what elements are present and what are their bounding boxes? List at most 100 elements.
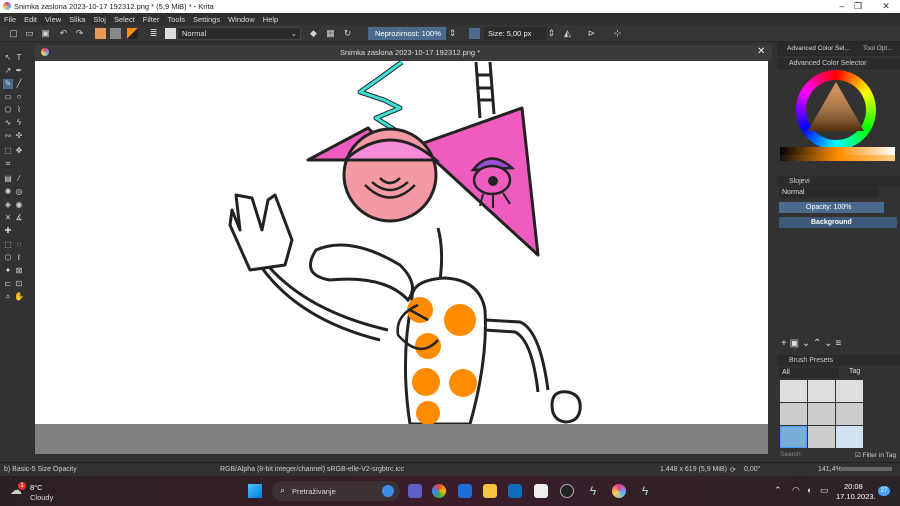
- ellipse-select-icon[interactable]: ◌: [14, 240, 24, 250]
- fg-bg-color-icon[interactable]: [127, 28, 138, 39]
- measure-tool-icon[interactable]: ∡: [14, 213, 24, 223]
- gradient-swatch[interactable]: [95, 28, 106, 39]
- restore-button[interactable]: ❐: [848, 1, 868, 12]
- magnetic-select-icon[interactable]: ⊡: [14, 279, 24, 289]
- notepad-icon[interactable]: [534, 484, 548, 498]
- size-slider-handle[interactable]: [469, 28, 480, 39]
- app-icon-2[interactable]: ϟ: [638, 484, 652, 498]
- smart-patch-icon[interactable]: ◎: [14, 187, 24, 197]
- chrome-icon[interactable]: [432, 484, 446, 498]
- bezier-tool-icon[interactable]: ∿: [3, 118, 13, 128]
- teams-icon[interactable]: [408, 484, 422, 498]
- mirror-horizontal-icon[interactable]: ◭: [562, 28, 573, 39]
- rectangle-tool-icon[interactable]: ▭: [3, 92, 13, 102]
- menu-settings[interactable]: Settings: [193, 15, 220, 24]
- clock-date[interactable]: 17.10.2023.: [836, 492, 876, 501]
- similar-select-icon[interactable]: ⊠: [14, 266, 24, 276]
- tab-tool-options[interactable]: Tool Opt...: [863, 45, 893, 52]
- edit-shapes-icon[interactable]: ↗: [3, 66, 13, 76]
- line-tool-icon[interactable]: ╱: [14, 79, 24, 89]
- colorize-mask-icon[interactable]: ✺: [3, 187, 13, 197]
- layer-opacity-slider[interactable]: Opacity: 100%: [779, 202, 884, 213]
- open-icon[interactable]: ▭: [24, 28, 35, 39]
- transform-tool-icon[interactable]: ⬚: [3, 146, 13, 156]
- dynamic-brush-icon[interactable]: ∾: [3, 131, 13, 141]
- opacity-slider[interactable]: Neprozirnost: 100%: [368, 27, 446, 40]
- polygon-tool-icon[interactable]: ⬠: [3, 105, 13, 115]
- color-picker-icon[interactable]: ⁄: [14, 174, 24, 184]
- enclose-fill-icon[interactable]: ◉: [14, 200, 24, 210]
- size-slider[interactable]: Size: 5,00 px: [484, 27, 546, 40]
- wifi-icon[interactable]: ◠: [792, 485, 800, 496]
- brush-grid[interactable]: [780, 380, 864, 448]
- mirror-vertical-icon[interactable]: ⊳: [586, 28, 597, 39]
- menu-view[interactable]: View: [45, 15, 61, 24]
- move-tool-icon[interactable]: ✥: [14, 146, 24, 156]
- fill-tool-icon[interactable]: ◈: [3, 200, 13, 210]
- multibrush-icon[interactable]: ✣: [14, 131, 24, 141]
- freehand-brush-icon[interactable]: ✎: [3, 79, 13, 89]
- volume-icon[interactable]: ◖: [806, 485, 811, 495]
- app-icon-1[interactable]: ϟ: [586, 484, 600, 498]
- canvas[interactable]: [35, 59, 768, 426]
- freehand-select-icon[interactable]: ℓ: [14, 253, 24, 263]
- save-icon[interactable]: ▣: [40, 28, 51, 39]
- reference-tool-icon[interactable]: ✚: [3, 226, 13, 236]
- menu-layer[interactable]: Sloj: [93, 15, 106, 24]
- search-box[interactable]: ⌕ Pretraživanje: [272, 481, 400, 501]
- eraser-icon[interactable]: ◆: [308, 28, 319, 39]
- document-tab[interactable]: Snimka zaslona 2023-10-17 192312.png * ✕: [35, 45, 772, 61]
- select-shapes-icon[interactable]: ↖: [3, 53, 13, 63]
- start-button[interactable]: [248, 484, 262, 498]
- rotation-icon[interactable]: ⟳: [730, 466, 736, 474]
- undo-icon[interactable]: ↶: [58, 28, 69, 39]
- tab-advanced-color[interactable]: Advanced Color Sel...: [787, 45, 850, 52]
- mail-icon[interactable]: [508, 484, 522, 498]
- new-document-icon[interactable]: ▢: [8, 28, 19, 39]
- pattern-swatch[interactable]: [110, 28, 121, 39]
- opacity-stepper-icon[interactable]: ⇕: [447, 28, 458, 39]
- battery-icon[interactable]: ▭: [820, 485, 829, 496]
- size-stepper-icon[interactable]: ⇕: [546, 28, 557, 39]
- menu-filter[interactable]: Filter: [143, 15, 160, 24]
- menu-edit[interactable]: Edit: [24, 15, 37, 24]
- rect-select-icon[interactable]: ⬚: [3, 240, 13, 250]
- krita-taskbar-icon[interactable]: [612, 484, 626, 498]
- status-zoom[interactable]: 141,4%: [818, 466, 842, 473]
- menu-tools[interactable]: Tools: [167, 15, 185, 24]
- close-document-icon[interactable]: ✕: [757, 46, 765, 57]
- clock-time[interactable]: 20:08: [844, 482, 863, 491]
- brush-settings-icon[interactable]: ≣: [148, 28, 159, 39]
- zoom-slider[interactable]: [842, 467, 892, 471]
- color-triangle[interactable]: [805, 79, 867, 135]
- status-rotation[interactable]: 0,00°: [744, 466, 760, 473]
- redo-icon[interactable]: ↷: [74, 28, 85, 39]
- file-explorer-icon[interactable]: [483, 484, 497, 498]
- bezier-select-icon[interactable]: ⊏: [3, 279, 13, 289]
- steam-icon[interactable]: [560, 484, 574, 498]
- tray-chevron-icon[interactable]: ⌃: [774, 485, 782, 496]
- crop-tool-icon[interactable]: ⌗: [3, 159, 13, 169]
- brush-search-input[interactable]: Search: [780, 451, 801, 458]
- contiguous-select-icon[interactable]: ✦: [3, 266, 13, 276]
- layer-blend-select[interactable]: Normal: [779, 188, 879, 198]
- menu-file[interactable]: File: [4, 15, 16, 24]
- menu-window[interactable]: Window: [228, 15, 255, 24]
- assistant-tool-icon[interactable]: ⨯: [3, 213, 13, 223]
- polyline-tool-icon[interactable]: ⌇: [14, 105, 24, 115]
- calligraphy-icon[interactable]: ✒: [14, 66, 24, 76]
- menu-image[interactable]: Slika: [69, 15, 85, 24]
- brush-tag-select[interactable]: Tag: [849, 368, 860, 375]
- freehand-path-icon[interactable]: ϟ: [14, 118, 24, 128]
- notification-badge[interactable]: 27: [878, 486, 890, 496]
- menu-select[interactable]: Select: [114, 15, 135, 24]
- text-tool-icon[interactable]: T: [14, 53, 24, 63]
- filter-in-tag-checkbox[interactable]: ☑ Filter in Tag: [855, 451, 896, 459]
- pan-tool-icon[interactable]: ✋: [14, 292, 24, 302]
- close-button[interactable]: ✕: [876, 1, 896, 12]
- reload-preset-icon[interactable]: ↻: [342, 28, 353, 39]
- menu-help[interactable]: Help: [263, 15, 278, 24]
- brush-preset-icon[interactable]: [165, 28, 176, 39]
- layer-actions[interactable]: + ▣ ⌄ ⌃ ⌄ ≡: [781, 338, 841, 349]
- alpha-lock-icon[interactable]: ▦: [325, 28, 336, 39]
